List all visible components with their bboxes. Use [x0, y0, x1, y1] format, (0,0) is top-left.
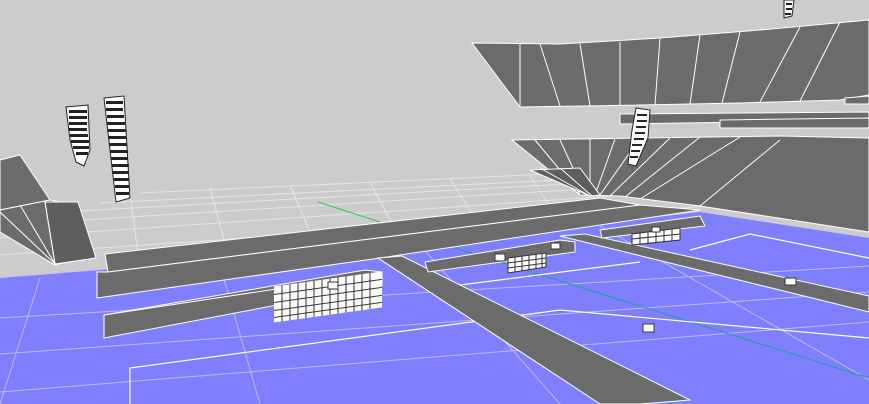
bar-box-1[interactable]: [327, 281, 339, 290]
bar-box-4[interactable]: [651, 226, 661, 233]
bar-box-2[interactable]: [494, 253, 506, 262]
3d-viewport[interactable]: [0, 0, 869, 404]
bar-box-3[interactable]: [550, 242, 561, 250]
floor-monitor-a[interactable]: [642, 323, 655, 333]
scene-canvas[interactable]: [0, 0, 869, 404]
floor-monitor-b[interactable]: [784, 277, 797, 286]
top-speaker-array[interactable]: [783, 0, 795, 19]
